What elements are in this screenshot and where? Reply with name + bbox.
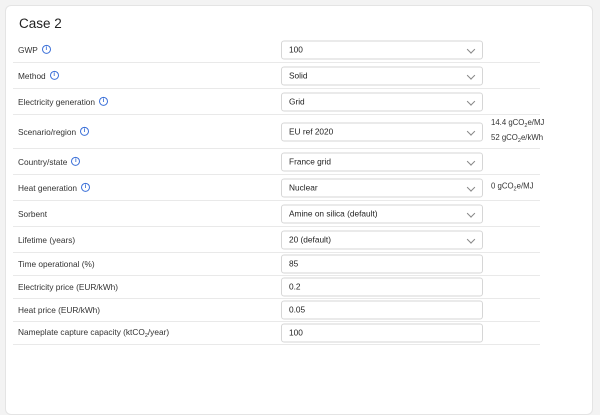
row-heat-price-eur-kwh: Heat price (EUR/kWh) 0.05 [13,299,540,322]
emission-factor: 52 gCO2e/kWh [491,132,544,144]
row-scenario-region: Scenario/region i EU ref 2020 14.4 gCO2e/MJ… [13,115,544,149]
heat-price-eur-kwh-value: 0.05 [289,304,306,315]
chevron-down-icon [466,96,476,106]
scenario-region-value: EU ref 2020 [289,126,334,136]
gwp-select[interactable]: 100 [281,40,483,59]
heat-generation-emission-note: 0 gCO2e/MJ [491,180,534,195]
nameplate-capture-capacity-ktco2-year-value: 100 [289,327,303,338]
heat-generation-select[interactable]: Nuclear [281,178,483,197]
electricity-generation-select[interactable]: Grid [281,92,483,111]
method-value: Solid [289,70,308,80]
parameter-list: GWP i 100 Method i Solid Electricity generatio… [13,37,544,345]
country-state-label: Country/state i [18,156,81,166]
chevron-down-icon [466,44,476,54]
time-operational-value: 85 [289,258,299,269]
emission-factor: 0 gCO2e/MJ [491,181,534,192]
info-circle-icon[interactable]: i [41,44,51,54]
info-circle-icon[interactable]: i [80,126,90,136]
info-circle-icon[interactable]: i [99,96,109,106]
chevron-down-icon [466,156,476,166]
row-country-state: Country/state i France grid [13,149,540,175]
electricity-generation-value: Grid [289,96,305,106]
country-state-value: France grid [289,156,331,166]
chevron-down-icon [466,234,476,244]
chevron-down-icon [466,70,476,80]
row-method: Method i Solid [13,63,540,89]
scenario-region-label: Scenario/region i [18,126,90,136]
row-gwp: GWP i 100 [13,37,540,63]
electricity-price-eur-kwh-value: 0.2 [289,281,301,292]
gwp-value: 100 [289,44,303,54]
electricity-price-eur-kwh-label: Electricity price (EUR/kWh) [18,282,119,292]
lifetime-years-label: Lifetime (years) [18,234,76,245]
gwp-label: GWP i [18,44,51,54]
sorbent-select[interactable]: Amine on silica (default) [281,204,483,223]
heat-generation-value: Nuclear [289,182,318,192]
chevron-down-icon [466,208,476,218]
row-lifetime-years: Lifetime (years) 20 (default) [13,227,540,253]
lifetime-years-value: 20 (default) [289,234,331,244]
scenario-region-select[interactable]: EU ref 2020 [281,122,483,141]
sorbent-value: Amine on silica (default) [289,208,378,218]
row-nameplate-capture-capacity-ktco2-year: Nameplate capture capacity (ktCO2/year) 1… [13,322,540,345]
country-state-select[interactable]: France grid [281,152,483,171]
row-electricity-generation: Electricity generation i Grid [13,89,540,115]
chevron-down-icon [466,182,476,192]
info-circle-icon[interactable]: i [49,70,59,80]
chevron-down-icon [466,126,476,136]
method-select[interactable]: Solid [281,66,483,85]
row-heat-generation: Heat generation i Nuclear 0 gCO2e/MJ [13,175,540,201]
electricity-generation-label: Electricity generation i [18,96,109,106]
electricity-price-eur-kwh-input[interactable]: 0.2 [281,277,483,297]
nameplate-capture-capacity-ktco2-year-label: Nameplate capture capacity (ktCO2/year) [18,327,170,339]
method-label: Method i [18,70,59,80]
row-sorbent: Sorbent Amine on silica (default) [13,201,540,227]
emission-factor: 14.4 gCO2e/MJ [491,117,545,129]
time-operational-input[interactable]: 85 [281,254,483,274]
nameplate-capture-capacity-ktco2-year-input[interactable]: 100 [281,323,483,343]
row-time-operational: Time operational (%) 85 [13,253,540,276]
heat-price-eur-kwh-input[interactable]: 0.05 [281,300,483,320]
sorbent-label: Sorbent [18,208,48,219]
case-card: Case 2 GWP i 100 Method i Solid Electricity ge… [5,5,593,415]
scenario-region-emission-note: 14.4 gCO2e/MJ 52 gCO2e/kWh [491,117,544,147]
time-operational-label: Time operational (%) [18,259,95,269]
info-circle-icon[interactable]: i [81,182,91,192]
case-title: Case 2 [19,16,62,31]
info-circle-icon[interactable]: i [71,156,81,166]
row-electricity-price-eur-kwh: Electricity price (EUR/kWh) 0.2 [13,276,540,299]
lifetime-years-select[interactable]: 20 (default) [281,230,483,249]
heat-generation-label: Heat generation i [18,182,91,192]
heat-price-eur-kwh-label: Heat price (EUR/kWh) [18,305,101,315]
